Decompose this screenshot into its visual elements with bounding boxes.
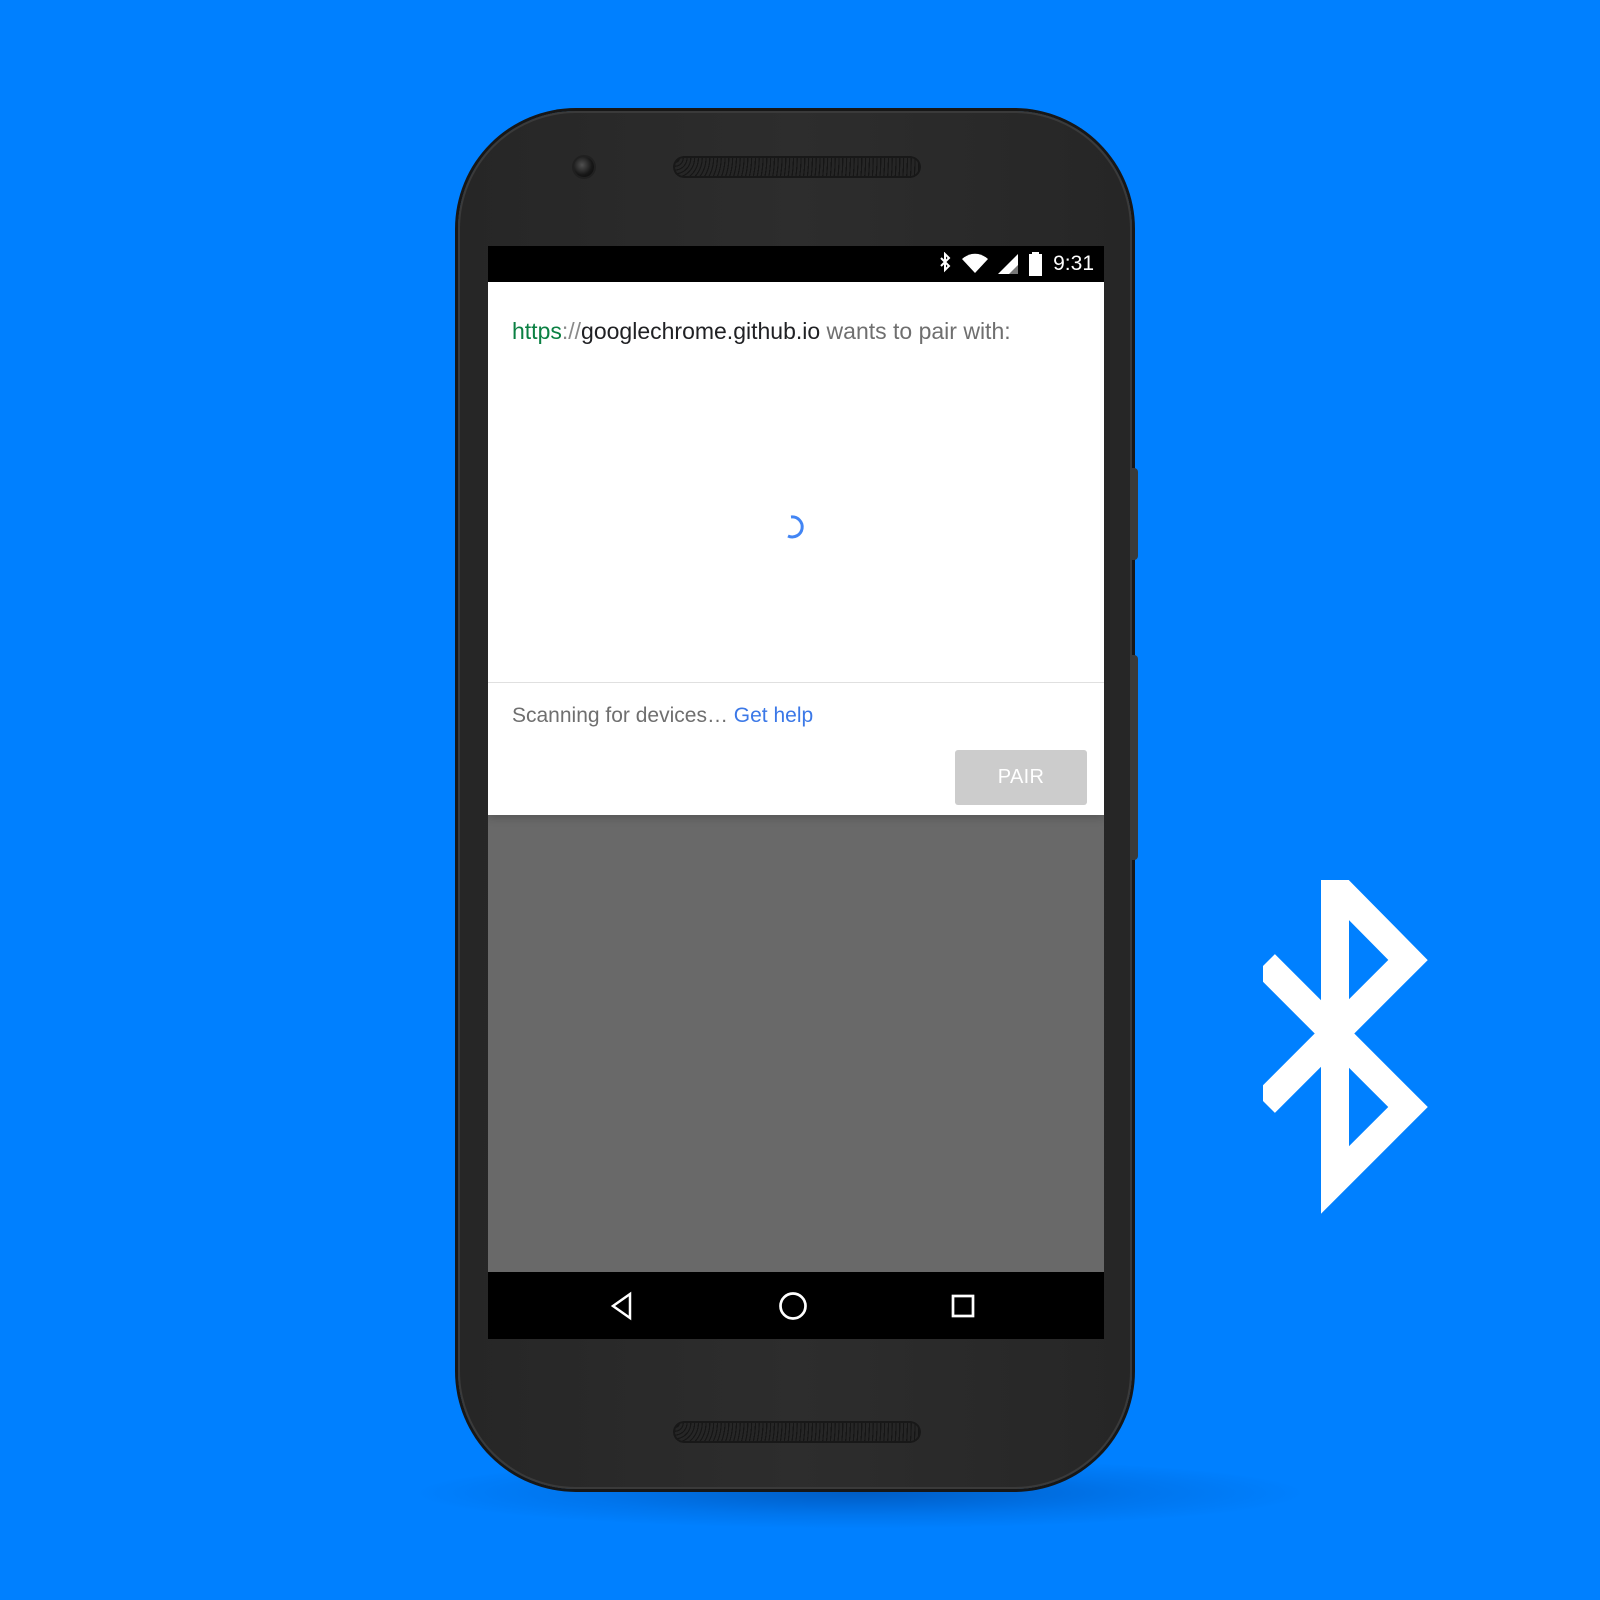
cellular-signal-icon — [997, 252, 1020, 276]
bluetooth-pairing-dialog: https://googlechrome.github.io wants to … — [488, 282, 1104, 815]
status-time: 9:31 — [1053, 252, 1094, 275]
top-speaker-grill — [673, 156, 921, 178]
pairing-prompt: https://googlechrome.github.io wants to … — [512, 316, 1011, 346]
bluetooth-logo-icon — [1263, 880, 1428, 1214]
navigation-bar — [488, 1272, 1104, 1339]
power-button — [1132, 468, 1138, 560]
volume-button — [1132, 655, 1138, 860]
front-camera — [574, 157, 594, 177]
home-button[interactable] — [758, 1272, 828, 1339]
wifi-icon — [961, 252, 989, 276]
get-help-link[interactable]: Get help — [734, 704, 813, 727]
bluetooth-icon — [938, 252, 953, 276]
back-icon — [610, 1291, 632, 1320]
url-host: googlechrome.github.io — [581, 318, 821, 344]
prompt-suffix: wants to pair with: — [820, 318, 1011, 344]
phone-screen: 9:31 https://googlechrome.github.io want… — [488, 246, 1104, 1339]
bottom-speaker-grill — [673, 1421, 921, 1443]
url-scheme: https — [512, 318, 562, 344]
battery-icon — [1028, 251, 1043, 277]
home-icon — [779, 1291, 807, 1320]
status-bar: 9:31 — [488, 246, 1104, 282]
loading-spinner-icon — [787, 515, 804, 539]
status-icons: 9:31 — [938, 246, 1094, 282]
scan-status: Scanning for devices… Get help — [512, 701, 813, 731]
url-separator: :// — [561, 318, 582, 344]
recents-button[interactable] — [928, 1272, 998, 1339]
dialog-divider — [488, 682, 1104, 683]
recents-icon — [951, 1294, 975, 1317]
pair-button[interactable]: PAIR — [955, 750, 1087, 805]
back-button[interactable] — [588, 1272, 658, 1339]
scan-status-text: Scanning for devices… — [512, 704, 734, 727]
